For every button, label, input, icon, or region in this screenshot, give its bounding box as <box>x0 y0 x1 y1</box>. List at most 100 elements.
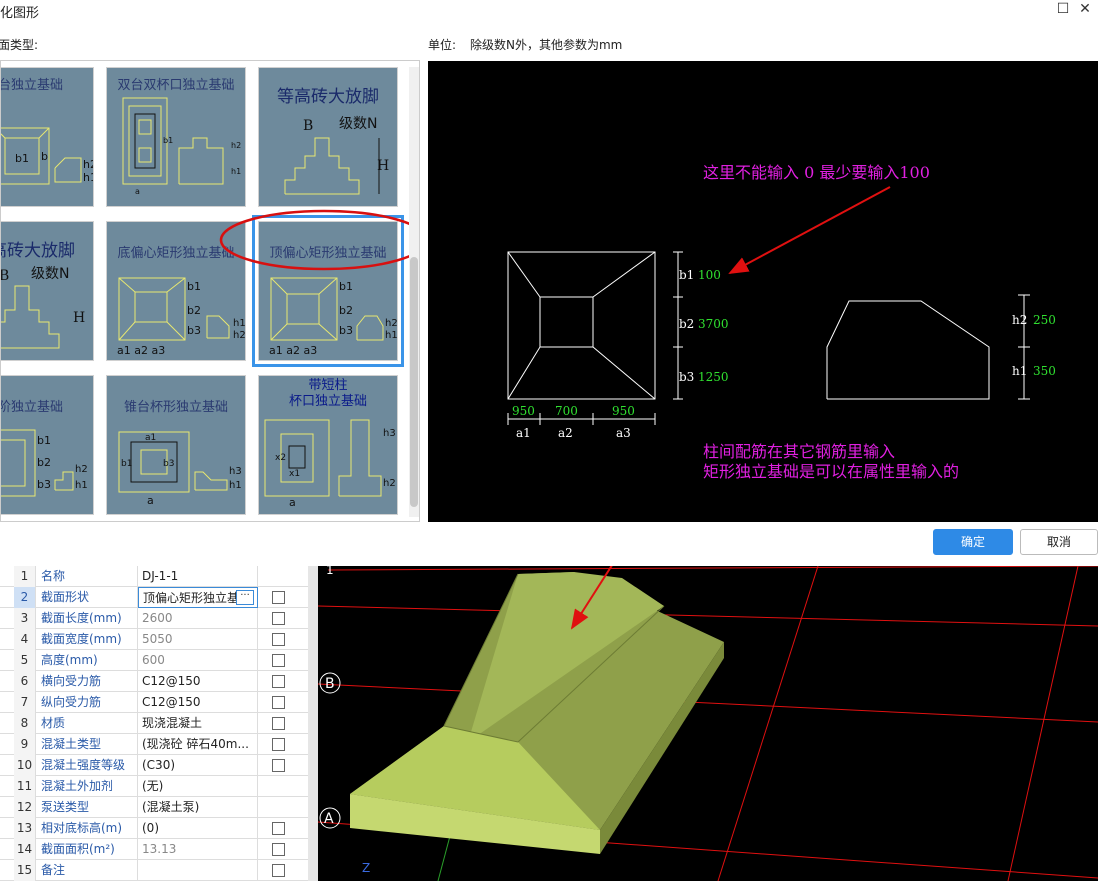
row-number: 7 <box>14 692 36 713</box>
attach-checkbox[interactable] <box>272 843 285 856</box>
section-gallery: 双台独立基础 b1b h2h1 双台双杯口独立基础 b1 a h2h1 等高砖大… <box>0 60 420 522</box>
property-name: 高度(mm) <box>38 650 138 671</box>
property-row[interactable]: 2 截面形状 顶偏心矩形独立基础 ··· <box>0 587 308 608</box>
property-row[interactable]: 3 截面长度(mm) 2600 <box>0 608 308 629</box>
annotation-rebar-line1: 柱间配筋在其它钢筋里输入 <box>703 442 895 461</box>
window-title: 参数化图形 <box>0 6 40 21</box>
property-value[interactable]: (C30) <box>138 755 258 776</box>
annotation-min-value: 这里不能输入 0 最少要输入100 <box>703 163 930 182</box>
property-value[interactable] <box>138 860 258 881</box>
property-row[interactable]: 6 横向受力筋 C12@150 <box>0 671 308 692</box>
property-name: 混凝土类型 <box>38 734 138 755</box>
property-name: 材质 <box>38 713 138 734</box>
property-row[interactable]: 5 高度(mm) 600 <box>0 650 308 671</box>
property-row[interactable]: 1 名称 DJ-1-1 <box>0 566 308 587</box>
attach-checkbox[interactable] <box>272 864 285 877</box>
axis-1-label: 1 <box>326 566 334 577</box>
h1-value: 350 <box>1033 364 1056 378</box>
b3-label: b3 <box>679 370 694 384</box>
row-number: 15 <box>14 860 36 881</box>
row-number: 11 <box>14 776 36 797</box>
row-number: 10 <box>14 755 36 776</box>
property-row[interactable]: 8 材质 现浇混凝土 <box>0 713 308 734</box>
row-number: 4 <box>14 629 36 650</box>
selection-ellipse <box>219 209 419 271</box>
unit-text: 除级数N外，其他参数为mm <box>470 38 623 52</box>
property-value[interactable]: C12@150 <box>138 671 258 692</box>
row-number: 1 <box>14 566 36 587</box>
gallery-scrollbar[interactable] <box>409 67 419 517</box>
property-name: 混凝土外加剂 <box>38 776 138 797</box>
row-number: 14 <box>14 839 36 860</box>
property-row[interactable]: 13 相对底标高(m) (0) <box>0 818 308 839</box>
row-number: 9 <box>14 734 36 755</box>
property-row[interactable]: 12 泵送类型 (混凝土泵) <box>0 797 308 818</box>
ellipsis-button[interactable]: ··· <box>236 590 254 605</box>
attach-checkbox[interactable] <box>272 696 285 709</box>
attach-checkbox[interactable] <box>272 738 285 751</box>
title-bar: 参数化图形 ☐ ✕ <box>0 0 1098 24</box>
property-row[interactable]: 11 混凝土外加剂 (无) <box>0 776 308 797</box>
close-icon[interactable]: ✕ <box>1072 0 1098 20</box>
a2-value: 700 <box>555 404 578 418</box>
property-name: 泵送类型 <box>38 797 138 818</box>
a2-label: a2 <box>558 426 573 440</box>
h2-label: h2 <box>1012 313 1027 327</box>
cancel-button[interactable]: 取消 <box>1020 529 1098 555</box>
property-name: 截面形状 <box>38 587 138 608</box>
a3-value: 950 <box>612 404 635 418</box>
property-value[interactable]: (无) <box>138 776 258 797</box>
property-value[interactable]: 600 <box>138 650 258 671</box>
property-value[interactable]: C12@150 <box>138 692 258 713</box>
attach-checkbox[interactable] <box>272 759 285 772</box>
property-value[interactable]: (现浇砼 碎石40m... <box>138 734 258 755</box>
h2-value: 250 <box>1033 313 1056 327</box>
a1-label: a1 <box>516 426 531 440</box>
property-value[interactable]: 13.13 <box>138 839 258 860</box>
b2-value: 3700 <box>698 317 729 331</box>
axis-b-label: B <box>325 676 335 692</box>
b1-label: b1 <box>679 268 694 282</box>
attach-checkbox[interactable] <box>272 633 285 646</box>
property-row[interactable]: 15 备注 <box>0 860 308 881</box>
attach-checkbox[interactable] <box>272 822 285 835</box>
property-row[interactable]: 10 混凝土强度等级 (C30) <box>0 755 308 776</box>
property-value[interactable]: 5050 <box>138 629 258 650</box>
row-number: 2 <box>14 587 36 608</box>
a1-value: 950 <box>512 404 535 418</box>
property-name: 纵向受力筋 <box>38 692 138 713</box>
unit-label: 单位: <box>428 38 457 52</box>
attach-checkbox[interactable] <box>272 717 285 730</box>
property-name: 截面长度(mm) <box>38 608 138 629</box>
row-number: 13 <box>14 818 36 839</box>
cad-preview: b1 100 b2 3700 b3 1250 950 700 950 a1 a2… <box>428 61 1098 522</box>
attach-checkbox[interactable] <box>272 612 285 625</box>
property-name: 相对底标高(m) <box>38 818 138 839</box>
a3-label: a3 <box>616 426 631 440</box>
property-value[interactable]: (混凝土泵) <box>138 797 258 818</box>
attach-checkbox[interactable] <box>272 654 285 667</box>
panel-splitter[interactable] <box>308 566 318 881</box>
property-value[interactable]: DJ-1-1 <box>138 566 258 587</box>
property-name: 备注 <box>38 860 138 881</box>
property-row[interactable]: 7 纵向受力筋 C12@150 <box>0 692 308 713</box>
property-row[interactable]: 14 截面面积(m²) 13.13 <box>0 839 308 860</box>
attach-checkbox[interactable] <box>272 675 285 688</box>
b2-label: b2 <box>679 317 694 331</box>
property-row[interactable]: 4 截面宽度(mm) 5050 <box>0 629 308 650</box>
property-row[interactable]: 9 混凝土类型 (现浇砼 碎石40m... <box>0 734 308 755</box>
property-grid: 1 名称 DJ-1-1 2 截面形状 顶偏心矩形独立基础 ··· 3 截面长度(mm) 2600 4… <box>0 566 308 881</box>
property-name: 横向受力筋 <box>38 671 138 692</box>
attach-checkbox[interactable] <box>272 591 285 604</box>
property-value[interactable]: 2600 <box>138 608 258 629</box>
scrollbar-thumb[interactable] <box>410 257 418 507</box>
model-drawing: B A 1 Z <box>318 566 1098 881</box>
ok-button[interactable]: 确定 <box>933 529 1013 555</box>
row-number: 5 <box>14 650 36 671</box>
view-3d[interactable]: B A 1 Z <box>318 566 1098 881</box>
axis-a-label: A <box>324 811 334 827</box>
row-number: 12 <box>14 797 36 818</box>
property-value[interactable]: 现浇混凝土 <box>138 713 258 734</box>
property-value[interactable]: (0) <box>138 818 258 839</box>
h1-label: h1 <box>1012 364 1027 378</box>
